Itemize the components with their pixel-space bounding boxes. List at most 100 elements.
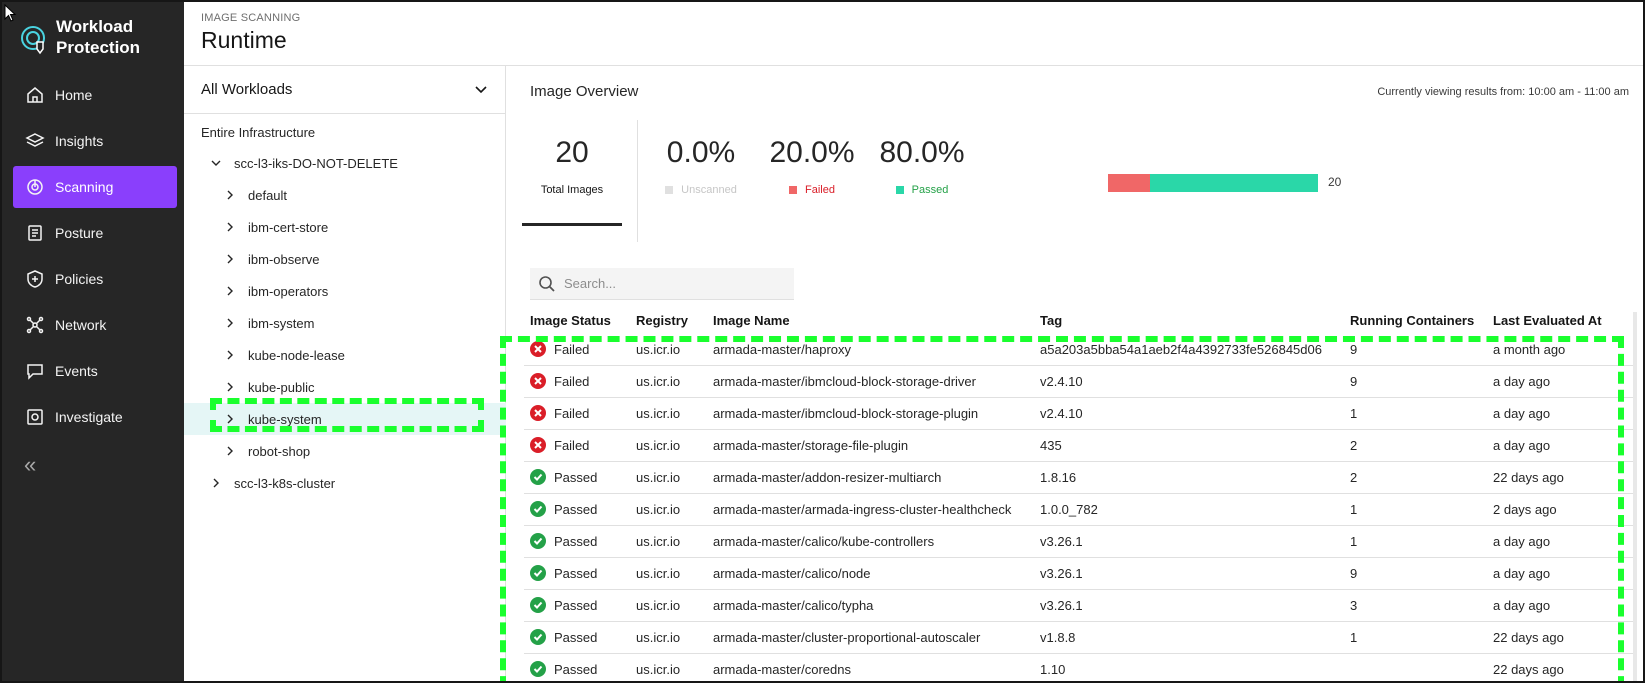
table-row[interactable]: Passed us.icr.io armada-master/cluster-pro… <box>524 622 1634 654</box>
chevron-right-icon <box>227 350 233 360</box>
table-row[interactable]: Passed us.icr.io armada-master/addon-resiz… <box>524 462 1634 494</box>
cell-tag: v2.4.10 <box>1040 406 1083 421</box>
column-header-status[interactable]: Image Status <box>530 313 611 328</box>
stat-failed[interactable]: 20.0% Failed <box>762 136 862 196</box>
cell-registry: us.icr.io <box>636 342 681 357</box>
cell-last-evaluated: a month ago <box>1493 342 1566 357</box>
column-header-registry[interactable]: Registry <box>636 313 688 328</box>
chevron-right-icon <box>227 190 233 200</box>
legend-swatch-unscanned <box>665 186 674 194</box>
column-header-image-name[interactable]: Image Name <box>713 313 790 328</box>
column-header-last-evaluated[interactable]: Last Evaluated At <box>1493 313 1602 328</box>
cell-registry: us.icr.io <box>636 534 681 549</box>
table-row[interactable]: Passed us.icr.io armada-master/coredns 1.10… <box>524 654 1634 681</box>
cell-running-containers: 9 <box>1350 342 1358 357</box>
tree-item-namespace[interactable]: ibm-operators <box>184 275 506 307</box>
collapse-sidebar-button[interactable]: « <box>24 452 36 478</box>
tree-item-kube-system[interactable]: kube-system <box>184 403 506 435</box>
stat-unscanned[interactable]: 0.0% Unscanned <box>651 136 751 196</box>
stat-label: Total Images <box>522 184 622 196</box>
column-header-running-containers[interactable]: Running Containers <box>1350 313 1474 328</box>
column-header-tag[interactable]: Tag <box>1040 313 1062 328</box>
cell-image-name: armada-master/storage-file-plugin <box>713 438 909 453</box>
workload-dropdown[interactable]: All Workloads <box>184 66 506 114</box>
table-row[interactable]: Failed us.icr.io armada-master/ibmcloud-bl… <box>524 398 1634 430</box>
cell-tag: v1.8.8 <box>1040 630 1076 645</box>
cell-registry: us.icr.io <box>636 630 681 645</box>
chevron-right-icon <box>227 446 233 456</box>
stat-passed[interactable]: 80.0% Passed <box>872 136 972 196</box>
chevron-right-icon <box>227 222 233 232</box>
checkmark-icon <box>530 533 546 549</box>
table-row[interactable]: Passed us.icr.io armada-master/armada-ingr… <box>524 494 1634 526</box>
status-label: Failed <box>554 341 590 357</box>
table-row[interactable]: Passed us.icr.io armada-master/calico/typh… <box>524 590 1634 622</box>
tree-item-label: Entire Infrastructure <box>201 124 316 140</box>
sidebar-item-home[interactable]: Home <box>13 74 177 116</box>
cell-last-evaluated: 22 days ago <box>1493 662 1564 677</box>
investigate-icon <box>27 409 43 425</box>
tree-item-namespace[interactable]: ibm-cert-store <box>184 211 506 243</box>
stat-label: Passed <box>872 184 972 196</box>
tree-item-namespace[interactable]: default <box>184 179 506 211</box>
cell-running-containers: 2 <box>1350 470 1358 485</box>
sidebar-item-network[interactable]: Network <box>13 304 177 346</box>
sidebar-item-scanning[interactable]: Scanning <box>13 166 177 208</box>
sidebar-item-investigate[interactable]: Investigate <box>13 396 177 438</box>
brand[interactable]: Workload Protection <box>20 16 140 58</box>
table-scrollbar[interactable] <box>1633 312 1637 681</box>
cell-tag: v3.26.1 <box>1040 598 1083 613</box>
status-distribution-bar <box>1108 174 1318 192</box>
legend-swatch-passed <box>895 186 904 194</box>
stat-total-images[interactable]: 20 Total Images <box>522 136 622 196</box>
checkmark-icon <box>530 501 546 517</box>
chevron-right-icon <box>227 254 233 264</box>
stat-label-text: Unscanned <box>681 184 737 196</box>
search-box[interactable] <box>530 268 794 300</box>
scan-icon <box>27 179 43 195</box>
cell-last-evaluated: 22 days ago <box>1493 630 1564 645</box>
logo-icon <box>21 26 45 55</box>
table-row[interactable]: Failed us.icr.io armada-master/ibmcloud-bl… <box>524 366 1634 398</box>
status-label: Passed <box>554 469 598 485</box>
error-icon <box>530 373 546 389</box>
sidebar-item-insights[interactable]: Insights <box>13 120 177 162</box>
cell-tag: v2.4.10 <box>1040 374 1083 389</box>
error-icon <box>530 405 546 421</box>
sidebar-item-events[interactable]: Events <box>13 350 177 392</box>
cell-status: Failed <box>530 405 589 421</box>
stat-value: 80.0% <box>879 136 965 169</box>
cell-last-evaluated: a day ago <box>1493 534 1551 549</box>
tree-item-namespace[interactable]: ibm-observe <box>184 243 506 275</box>
tree-item-label: ibm-system <box>248 315 315 331</box>
cell-last-evaluated: a day ago <box>1493 566 1551 581</box>
tree-item-cluster-iks[interactable]: scc-l3-iks-DO-NOT-DELETE <box>184 147 506 179</box>
cell-tag: 1.0.0_782 <box>1040 502 1098 517</box>
stat-value: 20 <box>555 136 589 169</box>
tree-item-cluster-k8s[interactable]: scc-l3-k8s-cluster <box>184 467 506 499</box>
sidebar-item-policies[interactable]: Policies <box>13 258 177 300</box>
cell-last-evaluated: a day ago <box>1493 598 1551 613</box>
tree-item-namespace[interactable]: kube-public <box>184 371 506 403</box>
search-input[interactable] <box>564 276 784 291</box>
bar-count: 20 <box>1328 175 1342 189</box>
table-row[interactable]: Failed us.icr.io armada-master/storage-fil… <box>524 430 1634 462</box>
tree-item-namespace[interactable]: robot-shop <box>184 435 506 467</box>
sidebar-item-posture[interactable]: Posture <box>13 212 177 254</box>
cell-running-containers: 2 <box>1350 438 1358 453</box>
table-row[interactable]: Failed us.icr.io armada-master/haproxy a5a2… <box>524 334 1634 366</box>
cell-registry: us.icr.io <box>636 566 681 581</box>
error-icon <box>530 437 546 453</box>
checkmark-icon <box>530 565 546 581</box>
chevron-down-icon <box>211 160 221 166</box>
tree-item-namespace[interactable]: ibm-system <box>184 307 506 339</box>
table-row[interactable]: Passed us.icr.io armada-master/calico/kube… <box>524 526 1634 558</box>
stat-value: 0.0% <box>666 136 736 169</box>
table-row[interactable]: Passed us.icr.io armada-master/calico/node… <box>524 558 1634 590</box>
tree-item-entire-infrastructure[interactable]: Entire Infrastructure <box>184 116 506 148</box>
stat-label: Unscanned <box>651 184 751 196</box>
cell-status: Passed <box>530 533 597 549</box>
selected-stat-underline <box>522 223 622 226</box>
sidebar-nav: Home Insights Scanning Posture Policies … <box>2 74 184 442</box>
tree-item-namespace[interactable]: kube-node-lease <box>184 339 506 371</box>
